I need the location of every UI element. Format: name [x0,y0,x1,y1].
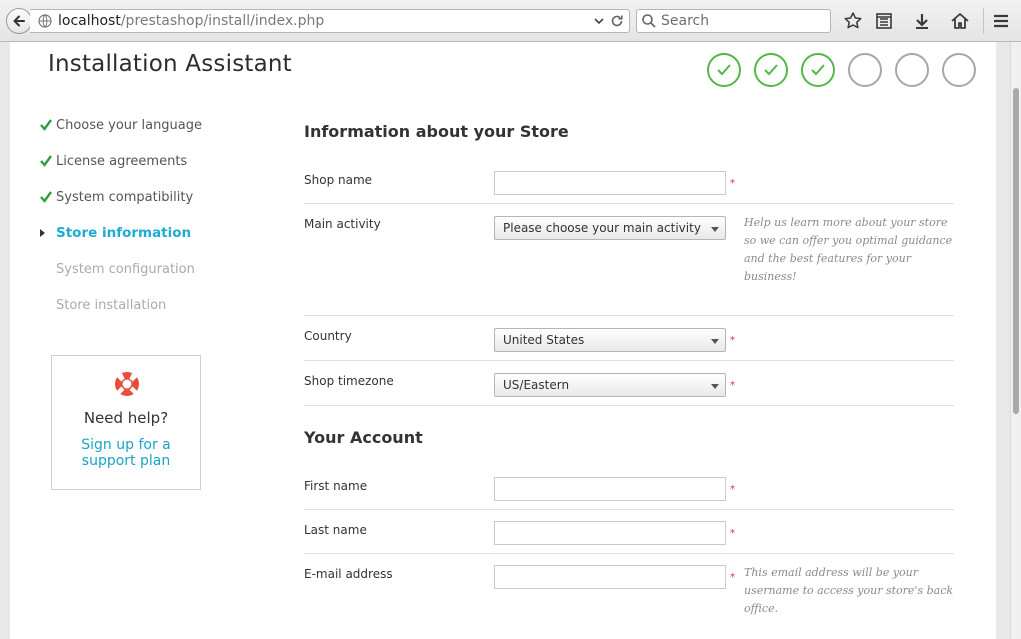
shop-name-input[interactable] [494,171,726,195]
last-name-input[interactable] [494,521,726,545]
main-activity-hint: Help us learn more about your store so w… [744,216,953,283]
divider [304,405,954,406]
check-icon [40,191,52,203]
shop-timezone-value: US/Eastern [503,378,570,392]
nav-item-license-agreements[interactable]: License agreements [56,154,187,169]
scrollbar-thumb[interactable] [1013,88,1019,414]
support-plan-link-line2[interactable]: support plan [52,453,200,469]
divider [304,203,954,204]
required-marker: * [730,335,735,346]
page-title: Installation Assistant [48,51,292,77]
search-bar[interactable]: Search [636,9,831,33]
progress-step-5 [895,53,929,87]
required-marker: * [730,380,735,391]
reading-list-icon[interactable] [874,11,894,31]
divider [304,360,954,361]
globe-icon [38,14,52,28]
url-path: /prestashop/install/index.php [120,13,325,29]
support-plan-link[interactable]: Sign up for a support plan [52,437,200,469]
back-arrow-icon [13,15,25,27]
country-label: Country [304,329,352,343]
progress-step-2 [754,53,788,87]
required-marker: * [730,178,735,189]
toolbar-separator [983,8,984,34]
check-icon [764,64,778,76]
dropdown-caret-icon [711,384,719,389]
required-marker: * [730,528,735,539]
nav-item-system-configuration: System configuration [56,262,195,277]
divider [304,315,954,316]
reload-icon[interactable] [609,13,625,29]
search-placeholder: Search [661,13,710,29]
home-icon[interactable] [950,11,970,31]
check-icon [811,64,825,76]
country-select[interactable]: United States [494,328,726,352]
required-marker: * [730,572,735,583]
help-title: Need help? [83,409,169,427]
dropdown-caret-icon [711,339,719,344]
help-box: Need help? Sign up for a support plan [51,355,201,490]
check-icon [40,119,52,131]
nav-item-store-information[interactable]: Store information [56,225,191,241]
download-icon[interactable] [912,11,932,31]
check-icon [717,64,731,76]
progress-step-4 [848,53,882,87]
bookmark-star-icon[interactable] [843,11,863,31]
menu-icon[interactable] [991,11,1011,31]
url-bar[interactable]: localhost/prestashop/install/index.php [30,9,630,33]
email-label: E-mail address [304,567,393,581]
dropdown-caret-icon [711,227,719,232]
progress-step-1 [707,53,741,87]
shop-name-label: Shop name [304,173,373,187]
nav-item-choose-language[interactable]: Choose your language [56,118,202,133]
email-hint: This email address will be your username… [744,566,954,615]
divider [304,553,954,554]
vertical-scrollbar[interactable] [1010,42,1021,639]
last-name-label: Last name [304,523,367,537]
email-input[interactable] [494,565,726,589]
main-activity-value: Please choose your main activity [503,221,701,235]
progress-step-3 [801,53,835,87]
required-marker: * [730,484,735,495]
progress-step-6 [942,53,976,87]
support-plan-link-line1[interactable]: Sign up for a [52,437,200,453]
shop-timezone-select[interactable]: US/Eastern [494,373,726,397]
first-name-label: First name [304,479,368,493]
chevron-down-icon[interactable] [593,14,605,28]
country-value: United States [503,333,585,347]
main-activity-select[interactable]: Please choose your main activity [494,216,726,240]
caret-right-icon [40,229,45,237]
back-button[interactable] [6,8,32,34]
lifebuoy-icon [115,372,139,396]
search-icon [642,14,656,28]
nav-item-store-installation: Store installation [56,298,167,313]
divider [304,509,954,510]
url-host: localhost [58,13,121,29]
nav-item-system-compatibility[interactable]: System compatibility [56,190,193,205]
shop-timezone-label: Shop timezone [304,374,394,388]
store-section-title: Information about your Store [304,122,569,141]
url-text: localhost/prestashop/install/index.php [58,13,324,29]
check-icon [40,155,52,167]
first-name-input[interactable] [494,477,726,501]
account-section-title: Your Account [304,428,423,447]
main-activity-label: Main activity [304,217,381,231]
browser-toolbar: localhost/prestashop/install/index.php S… [0,0,1021,42]
